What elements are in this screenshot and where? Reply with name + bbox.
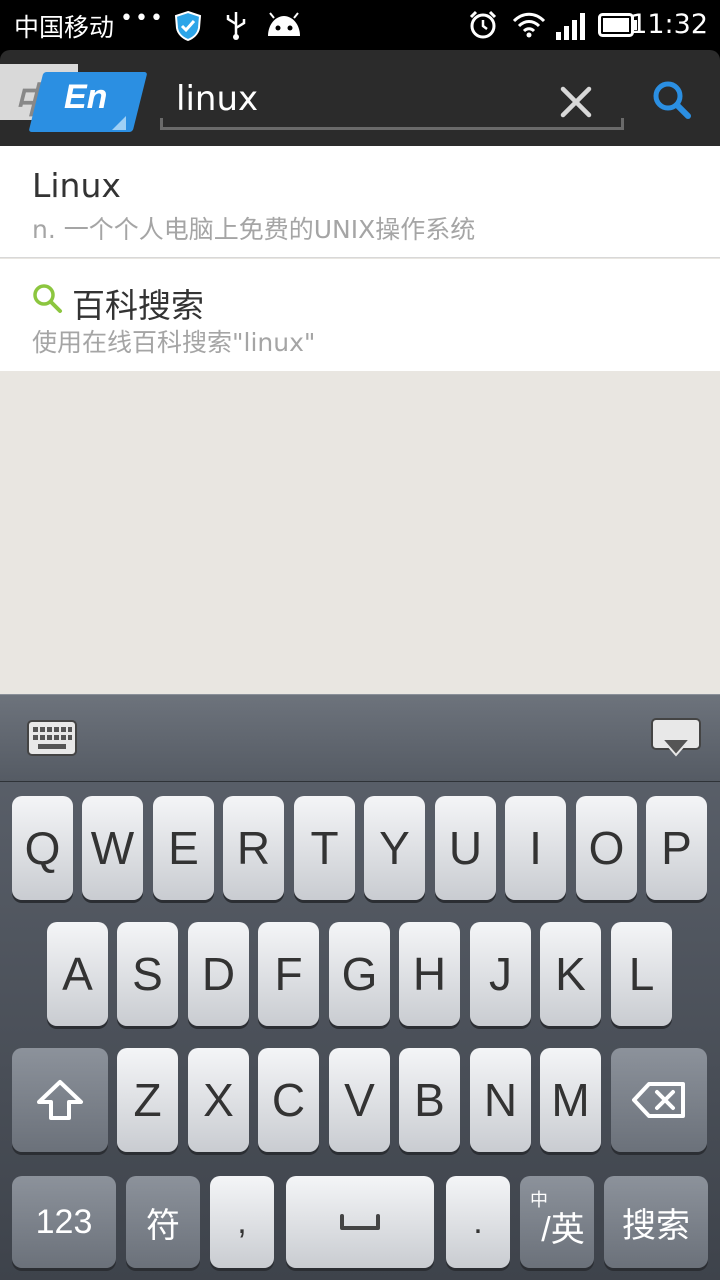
close-icon	[560, 86, 592, 118]
key-u[interactable]: U	[435, 796, 496, 900]
key-v[interactable]: V	[329, 1048, 390, 1152]
lang-front-label: En	[64, 78, 108, 116]
key-h[interactable]: H	[399, 922, 460, 1026]
key-c[interactable]: C	[258, 1048, 319, 1152]
usb-icon	[224, 10, 248, 44]
language-toggle-key[interactable]: 中 /英	[520, 1176, 594, 1268]
search-icon	[653, 81, 691, 119]
keyboard-toolbar	[0, 694, 720, 782]
hide-keyboard-button[interactable]	[650, 717, 702, 759]
key-e[interactable]: E	[153, 796, 214, 900]
key-a[interactable]: A	[47, 922, 108, 1026]
symbols-key[interactable]: 符	[126, 1176, 200, 1268]
key-b[interactable]: B	[399, 1048, 460, 1152]
key-m[interactable]: M	[540, 1048, 601, 1152]
wifi-icon	[512, 12, 546, 42]
period-key[interactable]: .	[446, 1176, 510, 1268]
android-icon	[266, 12, 302, 42]
key-s[interactable]: S	[117, 922, 178, 1026]
key-q[interactable]: Q	[12, 796, 73, 900]
key-p[interactable]: P	[646, 796, 707, 900]
status-bar: 中国移动 ••• 11:32	[0, 0, 720, 50]
result-subtitle: 使用在线百科搜索"linux"	[32, 328, 316, 357]
space-icon	[340, 1214, 380, 1230]
key-g[interactable]: G	[329, 922, 390, 1026]
result-item-linux[interactable]: Linux n. 一个个人电脑上免费的UNIX操作系统	[0, 146, 720, 258]
results-area: Linux n. 一个个人电脑上免费的UNIX操作系统 百科搜索 使用在线百科搜…	[0, 146, 720, 694]
result-title: Linux	[32, 166, 121, 205]
comma-key[interactable]: ,	[210, 1176, 274, 1268]
result-title: 百科搜索	[72, 286, 204, 325]
carrier-label: 中国移动	[14, 13, 115, 42]
backspace-icon	[632, 1082, 685, 1118]
input-edge-left	[160, 118, 163, 130]
key-i[interactable]: I	[505, 796, 566, 900]
signal-icon	[554, 12, 586, 44]
key-t[interactable]: T	[294, 796, 355, 900]
key-j[interactable]: J	[470, 922, 531, 1026]
key-k[interactable]: K	[540, 922, 601, 1026]
backspace-key[interactable]	[611, 1048, 707, 1152]
search-icon	[30, 281, 64, 315]
keyboard-icon	[27, 720, 77, 756]
input-edge-right	[621, 118, 624, 130]
search-button[interactable]	[648, 76, 696, 124]
numbers-key[interactable]: 123	[12, 1176, 116, 1268]
key-r[interactable]: R	[223, 796, 284, 900]
clear-button[interactable]	[552, 78, 600, 126]
hide-keyboard-icon	[651, 718, 701, 757]
notification-dots: •••	[120, 6, 165, 31]
key-y[interactable]: Y	[364, 796, 425, 900]
alarm-icon	[468, 10, 498, 44]
space-key[interactable]	[286, 1176, 434, 1268]
result-subtitle: n. 一个个人电脑上免费的UNIX操作系统	[32, 215, 476, 244]
lang-corner-fold	[112, 116, 126, 130]
key-x[interactable]: X	[188, 1048, 249, 1152]
result-item-baike-search[interactable]: 百科搜索 使用在线百科搜索"linux"	[0, 259, 720, 371]
soft-keyboard: Q W E R T Y U I O P A S D F G H J K L Z …	[0, 694, 720, 1280]
lang-toggle-sup: 中	[530, 1190, 548, 1210]
key-n[interactable]: N	[470, 1048, 531, 1152]
shift-key[interactable]	[12, 1048, 108, 1152]
key-z[interactable]: Z	[117, 1048, 178, 1152]
key-o[interactable]: O	[576, 796, 637, 900]
keyboard-switch-button[interactable]	[26, 719, 78, 757]
key-w[interactable]: W	[82, 796, 143, 900]
shift-icon	[37, 1080, 83, 1120]
key-f[interactable]: F	[258, 922, 319, 1026]
app-header: 中 En	[0, 50, 720, 146]
key-l[interactable]: L	[611, 922, 672, 1026]
key-d[interactable]: D	[188, 922, 249, 1026]
clock: 11:32	[630, 9, 708, 40]
search-key[interactable]: 搜索	[604, 1176, 708, 1268]
shield-check-icon	[172, 10, 204, 46]
